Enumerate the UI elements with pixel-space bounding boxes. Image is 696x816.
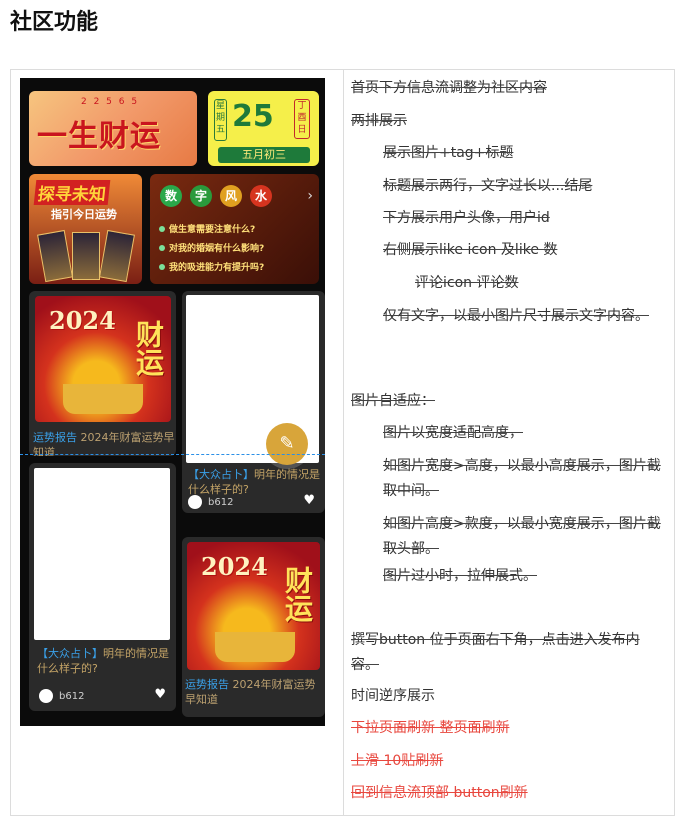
card-tag: 运势报告	[33, 431, 77, 444]
note-line: 时间逆序展示	[351, 688, 435, 704]
fengshui-widget[interactable]: 数 字 风 水 › 做生意需要注意什么? 对我的婚姻有什么影响? 我的吸进能力有…	[150, 174, 319, 284]
card-tag: 运势报告	[185, 678, 229, 691]
pencil-icon: ✎	[279, 433, 295, 454]
phone-mockup: 2 2 5 6 5 一生财运 星期五 25 丁酉日 五月初三 探寻未知 指引今日…	[20, 78, 325, 726]
card-user[interactable]: b612	[39, 689, 84, 703]
note-line: 下拉页面刷新 整页面刷新	[351, 720, 510, 736]
explore-title: 探寻未知	[33, 180, 111, 205]
card-tag: 【大众占卜】	[188, 468, 254, 481]
compose-button[interactable]: ✎	[266, 423, 308, 465]
note-line: 图片自适应：	[351, 393, 435, 409]
avatar	[39, 689, 53, 703]
chip-feng: 风	[220, 185, 242, 207]
user-id: b612	[208, 497, 234, 508]
note-line: 右侧展示like icon 及like 数	[383, 242, 558, 258]
card-user[interactable]: b612	[188, 495, 233, 509]
card-image: 2024 财运	[35, 296, 171, 422]
guide-line	[20, 454, 325, 455]
card-caption: 【大众占卜】明年的情况是什么样子的?	[188, 467, 320, 497]
explore-subtitle: 指引今日运势	[51, 208, 117, 221]
explore-banner[interactable]: 探寻未知 指引今日运势	[29, 174, 142, 284]
note-line: 两排展示	[351, 113, 407, 129]
card-caption: 运势报告 2024年财富运势早知道	[33, 430, 176, 456]
heart-icon[interactable]: ♥	[154, 687, 166, 702]
card-caption: 运势报告 2024年财富运势早知道	[185, 677, 325, 707]
tarot-card-icon	[37, 229, 73, 283]
gold-pot-icon	[63, 384, 143, 414]
chip-zi: 字	[190, 185, 212, 207]
note-line: 图片过小时，拉伸展式。	[383, 568, 537, 584]
banner-fortune[interactable]: 2 2 5 6 5 一生财运	[29, 91, 197, 166]
card-image-title: 2024	[201, 552, 268, 581]
calendar-ganzhi: 丁酉日	[294, 99, 310, 139]
card-image: 2024 财运	[187, 542, 320, 670]
note-line: 撰写button 位于页面右下角，点击进入发布内容。	[351, 632, 640, 673]
calendar-widget[interactable]: 星期五 25 丁酉日 五月初三	[208, 91, 319, 166]
heart-icon[interactable]: ♥	[303, 493, 315, 508]
spec-table: 2 2 5 6 5 一生财运 星期五 25 丁酉日 五月初三 探寻未知 指引今日…	[10, 69, 675, 816]
fengshui-question-1[interactable]: 做生意需要注意什么?	[159, 222, 255, 235]
note-line: 标题展示两行，文字过长以...结尾	[383, 178, 593, 194]
note-line: 下方展示用户头像，用户id	[383, 210, 550, 226]
note-line: 上滑 10贴刷新	[351, 753, 444, 769]
avatar	[188, 495, 202, 509]
note-line: 如图片宽度>高度，以最小高度展示，图片截取中间。	[383, 458, 661, 499]
tarot-card-icon	[72, 232, 100, 280]
chip-shui: 水	[250, 185, 272, 207]
card-image	[34, 468, 170, 640]
calendar-lunar: 五月初三	[218, 147, 310, 163]
gold-pot-icon	[215, 632, 295, 662]
card-image-char: 财运	[281, 566, 314, 622]
page-title: 社区功能	[10, 10, 99, 35]
note-line: 回到信息流顶部 button刷新	[351, 785, 528, 801]
card-caption: 【大众占卜】明年的情况是什么样子的?	[37, 646, 171, 676]
note-line: 图片以宽度适配高度，	[383, 425, 523, 441]
user-id: b612	[59, 691, 85, 702]
calendar-day: 25	[232, 99, 274, 134]
feed-card[interactable]: 【大众占卜】明年的情况是什么样子的? b612 ♥	[29, 463, 176, 711]
calendar-weekday: 星期五	[214, 99, 227, 141]
banner-header: 2 2 5 6 5	[81, 97, 140, 107]
fengshui-question-3[interactable]: 我的吸进能力有提升吗?	[159, 260, 264, 273]
note-line: 如图片高度>款度，以最小宽度展示，图片截取头部。	[383, 516, 661, 557]
note-line: 仅有文字，以最小图片尺寸展示文字内容。	[383, 308, 649, 324]
card-image-char: 财运	[132, 320, 165, 376]
card-image-title: 2024	[49, 306, 116, 335]
feed-card[interactable]: 2024 财运 运势报告 2024年财富运势早知道	[182, 537, 325, 717]
note-line: 展示图片+tag+标题	[383, 145, 514, 161]
card-tag: 【大众占卜】	[37, 647, 103, 660]
fengshui-question-2[interactable]: 对我的婚姻有什么影响?	[159, 241, 264, 254]
tarot-card-icon	[99, 229, 135, 283]
column-divider	[343, 70, 344, 815]
chevron-right-icon[interactable]: ›	[307, 188, 313, 204]
feed-card[interactable]: 2024 财运 运势报告 2024年财富运势早知道	[29, 291, 176, 456]
feed-card[interactable]: 【大众占卜】明年的情况是什么样子的? b612 ♥	[182, 291, 325, 513]
note-line: 首页下方信息流调整为社区内容	[351, 80, 547, 96]
chip-shu: 数	[160, 185, 182, 207]
banner-text: 一生财运	[37, 119, 161, 154]
note-line: 评论icon 评论数	[415, 275, 519, 291]
